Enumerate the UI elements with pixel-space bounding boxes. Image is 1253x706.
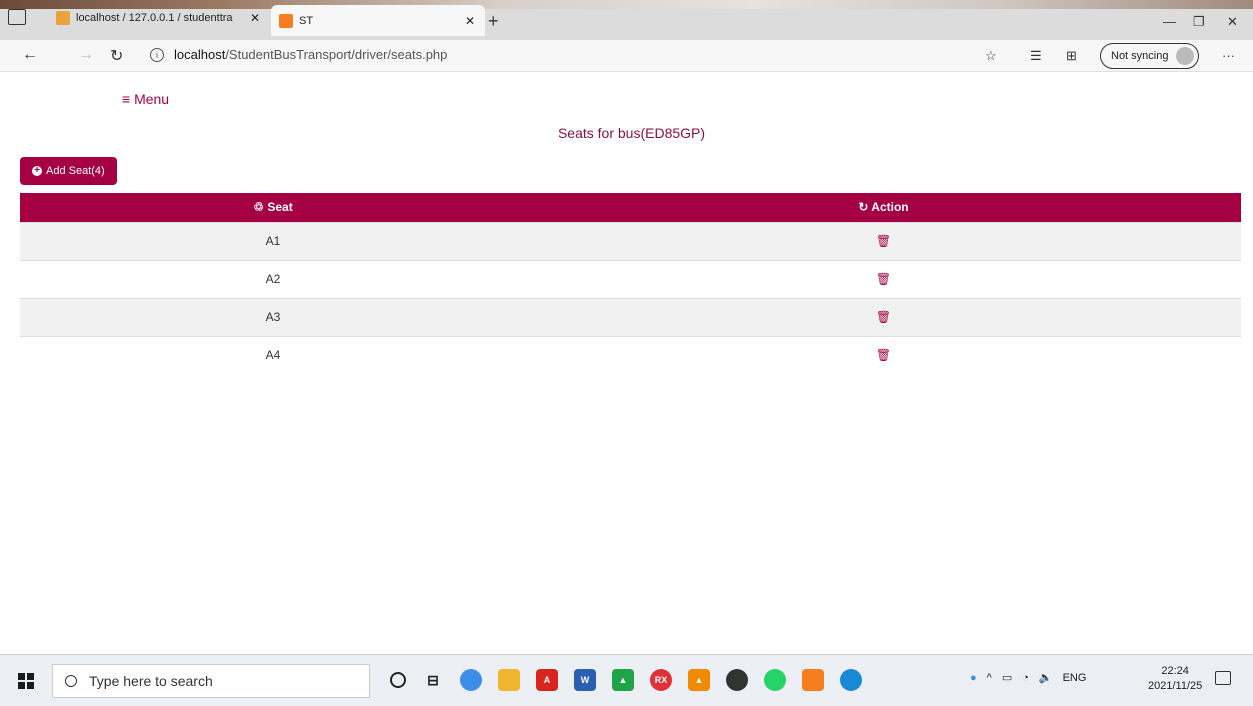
chrome-icon[interactable]	[460, 669, 482, 691]
add-seat-label: Add Seat(4)	[46, 165, 105, 177]
acrobat-icon[interactable]: A	[536, 669, 558, 691]
address-toolbar: ← → ↻ i localhost /StudentBusTransport/d…	[0, 40, 1253, 72]
trash-icon[interactable]: 🗑	[876, 310, 891, 324]
rx-app-icon[interactable]: RX	[650, 669, 672, 691]
favorite-icon[interactable]: ☆	[985, 48, 997, 64]
tab-st[interactable]: ST ✕	[271, 5, 485, 36]
clock-time: 22:24	[1161, 665, 1189, 677]
battery-icon[interactable]: ▭	[1002, 671, 1012, 684]
seats-table: ♲ Seat ↻ Action A1 🗑 A2 🗑 A3 🗑 A4 🗑	[20, 193, 1241, 374]
app-triangle-icon[interactable]: ▲	[612, 669, 634, 691]
info-icon[interactable]: i	[150, 47, 164, 62]
seat-header-label: Seat	[267, 200, 293, 215]
table-header-row: ♲ Seat ↻ Action	[20, 193, 1241, 222]
windows-start-icon[interactable]	[18, 673, 34, 689]
page-content: ≡ Menu Seats for bus(ED85GP) + Add Seat(…	[0, 72, 1253, 654]
more-options-icon[interactable]: ···	[1222, 48, 1235, 63]
trash-icon[interactable]: 🗑	[876, 348, 891, 362]
language-indicator[interactable]: ENG	[1063, 672, 1087, 684]
windows-taskbar: Type here to search ⊟ A W ▲ RX ▲ ● ^ ▭ ◔…	[0, 654, 1253, 706]
action-column-header: ↻ Action	[526, 193, 1241, 222]
table-row: A3 🗑	[20, 297, 1241, 336]
vlc-icon[interactable]: ▲	[688, 669, 710, 691]
clock[interactable]: 22:24 2021/11/25	[1148, 664, 1202, 694]
seat-cell: A2	[20, 259, 526, 298]
search-icon	[65, 675, 77, 687]
tab-phpmyadmin[interactable]: localhost / 127.0.0.1 / studenttra ✕	[48, 5, 270, 31]
table-row: A2 🗑	[20, 259, 1241, 298]
tab-close-icon[interactable]: ✕	[248, 11, 262, 25]
media-player-icon[interactable]	[726, 669, 748, 691]
volume-icon[interactable]: 🔈	[1039, 671, 1053, 684]
chevron-up-icon[interactable]: ^	[987, 672, 992, 684]
sync-button[interactable]: Not syncing	[1100, 43, 1200, 69]
search-placeholder: Type here to search	[89, 673, 213, 689]
refresh-icon[interactable]: ↻	[110, 46, 123, 66]
taskbar-search-input[interactable]: Type here to search	[52, 664, 370, 698]
edge-icon[interactable]	[840, 669, 862, 691]
browser-tab-bar: localhost / 127.0.0.1 / studenttra ✕ ST …	[0, 0, 1253, 40]
window-close-icon[interactable]: ✕	[1227, 14, 1238, 30]
seat-column-header: ♲ Seat	[20, 193, 526, 222]
plus-circle-icon: +	[32, 166, 42, 176]
whatsapp-icon[interactable]	[764, 669, 786, 691]
cortana-icon[interactable]	[390, 672, 406, 688]
trash-icon[interactable]: 🗑	[876, 234, 891, 248]
system-tray: ● ^ ▭ ◔ 🔈 ENG	[970, 671, 1087, 685]
seat-cell: A3	[20, 297, 526, 336]
xampp-icon[interactable]	[802, 669, 824, 691]
page-title: Seats for bus(ED85GP)	[557, 125, 706, 141]
task-view-icon[interactable]: ⊟	[422, 669, 444, 691]
spinner-icon: ↻	[858, 200, 869, 215]
back-icon[interactable]: ←	[22, 46, 38, 64]
profile-avatar	[1176, 47, 1195, 65]
notification-icon[interactable]	[1215, 671, 1231, 685]
add-seat-button[interactable]: + Add Seat(4)	[20, 157, 117, 185]
tab-actions-icon[interactable]	[8, 9, 26, 25]
url-path: /StudentBusTransport/driver/seats.php	[225, 47, 448, 62]
url-host: localhost	[174, 47, 226, 62]
tab-title: localhost / 127.0.0.1 / studenttra	[76, 12, 233, 24]
collections-icon[interactable]: ⊞	[1066, 48, 1077, 64]
table-row: A4 🗑	[20, 335, 1241, 374]
seat-cell: A4	[20, 335, 526, 374]
tab-title: ST	[299, 14, 314, 27]
minimize-icon[interactable]: —	[1163, 14, 1176, 29]
action-cell: 🗑	[526, 297, 1241, 336]
action-cell: 🗑	[526, 221, 1241, 260]
action-header-label: Action	[871, 200, 909, 215]
restore-icon[interactable]: ❐	[1193, 14, 1205, 30]
sync-label: Not syncing	[1111, 50, 1169, 62]
action-cell: 🗑	[526, 335, 1241, 374]
clock-date: 2021/11/25	[1148, 680, 1203, 692]
xampp-icon	[279, 13, 293, 28]
url-field[interactable]: i localhost /StudentBusTransport/driver/…	[150, 47, 447, 62]
menu-toggle[interactable]: ≡ Menu	[122, 91, 169, 107]
hamburger-icon: ≡	[122, 91, 131, 107]
seat-cell: A1	[20, 221, 526, 260]
phpmyadmin-icon	[56, 11, 70, 25]
file-explorer-icon[interactable]	[498, 669, 520, 691]
favorites-list-icon[interactable]: ☰	[1030, 48, 1042, 64]
table-row: A1 🗑	[20, 221, 1241, 260]
word-icon[interactable]: W	[574, 669, 596, 691]
recycle-icon: ♲	[253, 200, 265, 215]
tray-app-icon[interactable]: ●	[970, 672, 977, 684]
action-cell: 🗑	[526, 259, 1241, 298]
tab-close-icon[interactable]: ✕	[463, 14, 477, 28]
network-icon[interactable]: ◔	[1022, 672, 1029, 684]
trash-icon[interactable]: 🗑	[876, 272, 891, 286]
new-tab-button[interactable]: +	[488, 12, 499, 30]
menu-label: Menu	[134, 91, 170, 107]
forward-icon[interactable]: →	[78, 46, 94, 64]
taskbar-apps: ⊟ A W ▲ RX ▲	[390, 669, 862, 691]
